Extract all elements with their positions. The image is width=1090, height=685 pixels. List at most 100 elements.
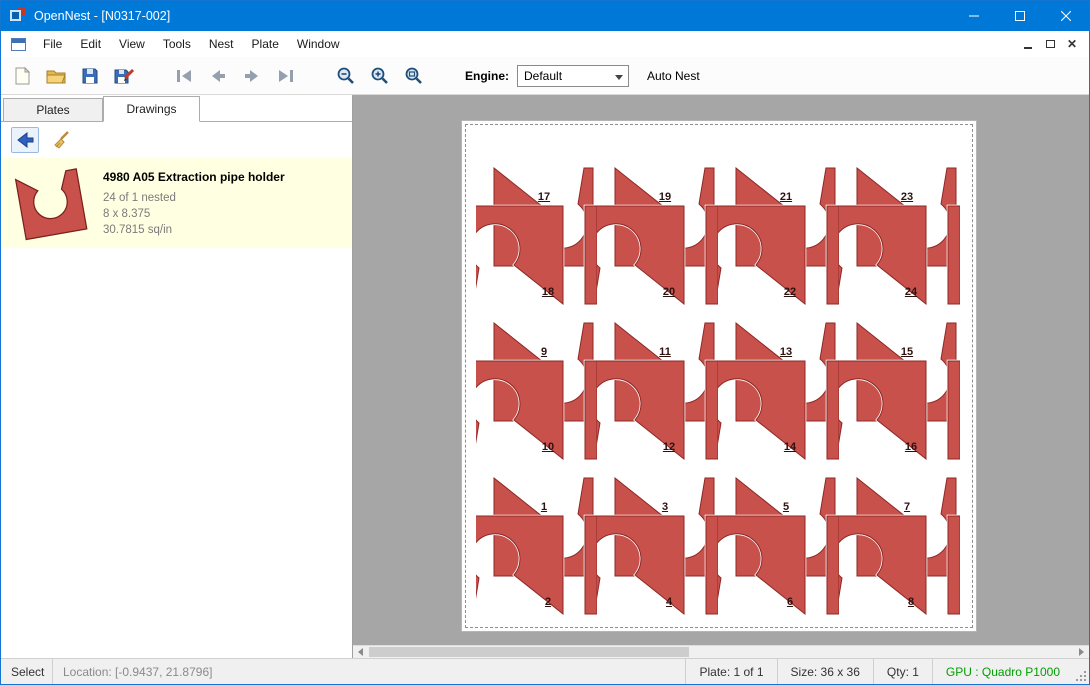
part-shape: [476, 315, 597, 467]
menu-view[interactable]: View: [110, 32, 154, 56]
nest-canvas[interactable]: 17 18 19 20 21 22 23: [353, 95, 1089, 658]
close-button[interactable]: [1043, 1, 1089, 31]
save-icon: [80, 66, 100, 86]
part-number: 15: [901, 346, 913, 358]
tab-strip: Plates Drawings: [1, 95, 352, 122]
part-shape: [597, 315, 718, 467]
nested-part-pair[interactable]: 7 8: [839, 470, 960, 622]
part-number: 3: [662, 501, 668, 513]
title-bar: OpenNest - [N0317-002]: [1, 1, 1089, 31]
auto-nest-label[interactable]: Auto Nest: [647, 69, 700, 83]
open-button[interactable]: [41, 61, 71, 91]
tab-plates[interactable]: Plates: [3, 98, 103, 121]
engine-value: Default: [524, 69, 562, 83]
zoom-fit-button[interactable]: [399, 61, 429, 91]
drawing-dimensions: 8 x 8.375: [103, 206, 344, 222]
resize-grip[interactable]: [1073, 659, 1089, 684]
horizontal-scrollbar[interactable]: [353, 645, 1089, 658]
plate: 17 18 19 20 21 22 23: [461, 120, 977, 632]
nested-part-pair[interactable]: 19 20: [597, 160, 718, 312]
drawing-list-item[interactable]: 4980 A05 Extraction pipe holder 24 of 1 …: [1, 158, 352, 248]
minimize-button[interactable]: [951, 1, 997, 31]
mdi-minimize-button[interactable]: [1017, 34, 1039, 54]
nested-part-pair[interactable]: 5 6: [718, 470, 839, 622]
part-shape: [839, 160, 960, 312]
next-plate-button[interactable]: [237, 61, 267, 91]
nested-part-pair[interactable]: 15 16: [839, 315, 960, 467]
part-number: 14: [784, 441, 796, 453]
mdi-restore-button[interactable]: [1039, 34, 1061, 54]
part-number: 1: [541, 501, 547, 513]
open-folder-icon: [45, 66, 67, 86]
nested-part-pair[interactable]: 1 2: [476, 470, 597, 622]
nested-part-pair[interactable]: 23 24: [839, 160, 960, 312]
menu-plate[interactable]: Plate: [243, 32, 288, 56]
previous-arrow-icon: [207, 66, 229, 86]
part-number: 18: [542, 286, 554, 298]
part-number: 7: [904, 501, 910, 513]
blue-arrow-icon: [15, 131, 35, 149]
menu-file[interactable]: File: [34, 32, 71, 56]
part-shape: [718, 470, 839, 622]
part-number: 23: [901, 191, 913, 203]
close-icon: [1061, 11, 1071, 21]
mdi-close-button[interactable]: ✕: [1061, 34, 1083, 54]
part-shape: [597, 470, 718, 622]
status-size: Size: 36 x 36: [777, 659, 873, 684]
nested-part-pair[interactable]: 13 14: [718, 315, 839, 467]
save-as-button[interactable]: [109, 61, 139, 91]
part-number: 12: [663, 441, 675, 453]
new-document-icon: [12, 66, 32, 86]
nested-part-pair[interactable]: 21 22: [718, 160, 839, 312]
status-gpu: GPU : Quadro P1000: [932, 659, 1073, 684]
mdi-document-icon[interactable]: [11, 38, 26, 51]
maximize-icon: [1015, 11, 1025, 21]
part-number: 11: [659, 346, 671, 358]
mdi-restore-icon: [1046, 40, 1055, 48]
next-arrow-icon: [241, 66, 263, 86]
mdi-minimize-icon: [1024, 47, 1032, 49]
import-drawing-button[interactable]: [11, 127, 39, 153]
drawing-area: 30.7815 sq/in: [103, 222, 344, 238]
status-plate: Plate: 1 of 1: [685, 659, 776, 684]
part-number: 2: [545, 596, 551, 608]
nested-part-pair[interactable]: 17 18: [476, 160, 597, 312]
scroll-left-arrow-icon[interactable]: [353, 646, 368, 658]
app-window: OpenNest - [N0317-002] File Edit View To…: [0, 0, 1090, 685]
first-plate-button[interactable]: [169, 61, 199, 91]
nested-part-pair[interactable]: 11 12: [597, 315, 718, 467]
maximize-button[interactable]: [997, 1, 1043, 31]
window-title: OpenNest - [N0317-002]: [34, 9, 170, 23]
drawing-title: 4980 A05 Extraction pipe holder: [103, 170, 344, 184]
previous-plate-button[interactable]: [203, 61, 233, 91]
content-area: Plates Drawings: [1, 95, 1089, 658]
part-number: 13: [780, 346, 792, 358]
minimize-icon: [969, 11, 979, 21]
clean-button[interactable]: [47, 127, 75, 153]
scroll-right-arrow-icon[interactable]: [1074, 646, 1089, 658]
zoom-in-button[interactable]: [365, 61, 395, 91]
first-arrow-icon: [173, 66, 195, 86]
status-mode: Select: [1, 659, 53, 684]
part-shape: [839, 315, 960, 467]
menu-window[interactable]: Window: [288, 32, 349, 56]
part-shape: [718, 160, 839, 312]
menu-nest[interactable]: Nest: [200, 32, 243, 56]
scrollbar-thumb[interactable]: [369, 647, 689, 657]
nested-part-pair[interactable]: 3 4: [597, 470, 718, 622]
zoom-out-button[interactable]: [331, 61, 361, 91]
menu-edit[interactable]: Edit: [71, 32, 110, 56]
tab-drawings[interactable]: Drawings: [103, 96, 200, 122]
save-button[interactable]: [75, 61, 105, 91]
part-thumbnail: [9, 166, 93, 238]
engine-select[interactable]: Default: [517, 65, 629, 87]
chevron-down-icon: [615, 75, 623, 80]
part-number: 16: [905, 441, 917, 453]
menu-tools[interactable]: Tools: [154, 32, 200, 56]
zoom-in-icon: [370, 66, 390, 86]
status-bar: Select Location: [-0.9437, 21.8796] Plat…: [1, 658, 1089, 684]
new-button[interactable]: [7, 61, 37, 91]
last-plate-button[interactable]: [271, 61, 301, 91]
part-shape: [718, 315, 839, 467]
nested-part-pair[interactable]: 9 10: [476, 315, 597, 467]
